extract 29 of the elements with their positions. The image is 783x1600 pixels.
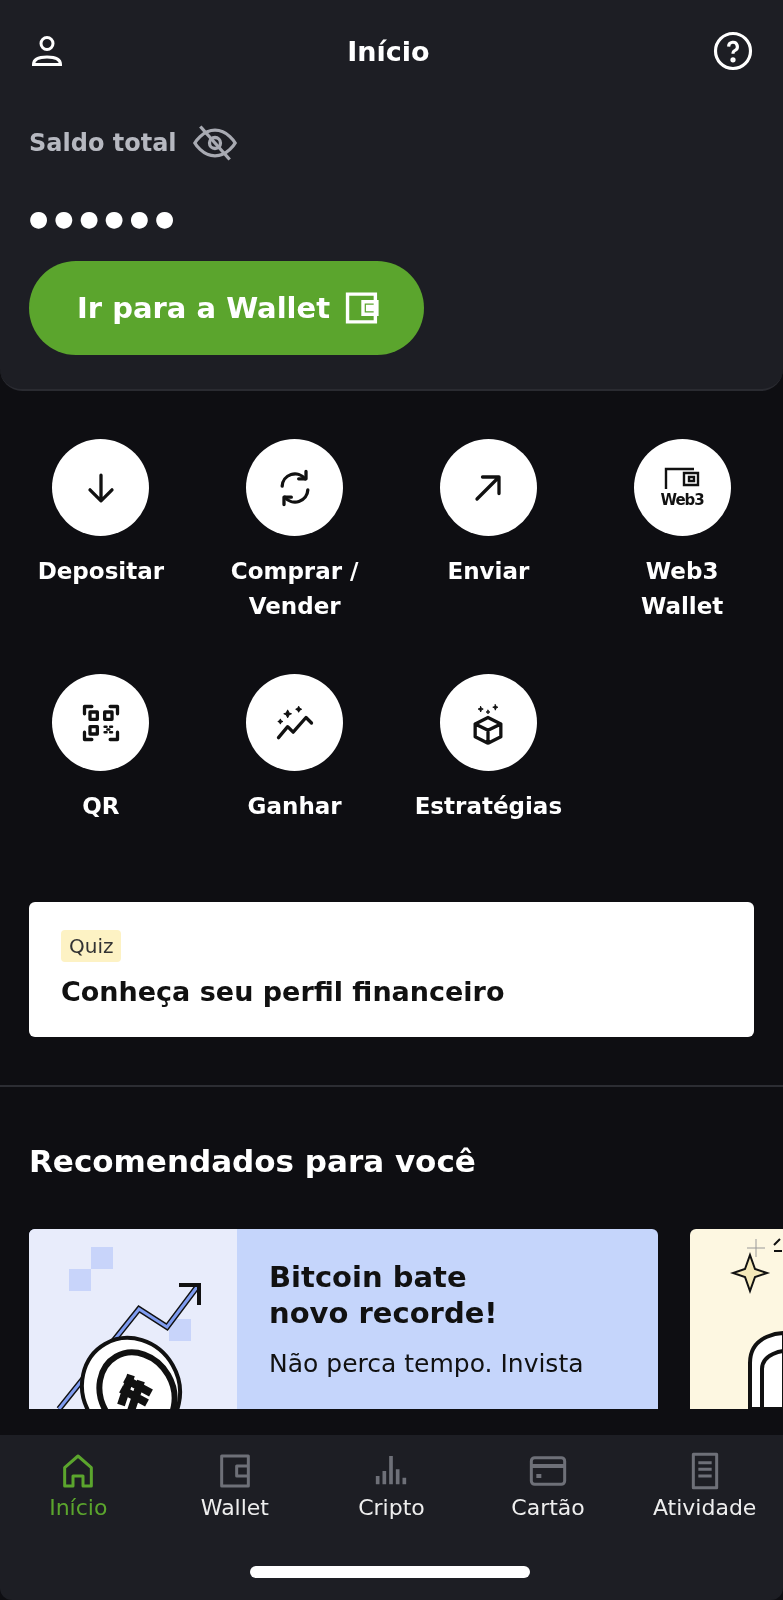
nav-tab[interactable]: Atividade: [629, 1451, 780, 1600]
decor-square: [91, 1247, 113, 1269]
balance-label: Saldo total: [29, 129, 177, 157]
decor-square: [169, 1319, 191, 1341]
action-label[interactable]: Web3 Wallet: [607, 554, 758, 624]
promo-text: Não perca tempo. Invista: [269, 1349, 584, 1378]
quiz-title: Conheça seu perfil financeiro: [61, 976, 506, 1007]
section-title: Recomendados para você: [28, 1142, 477, 1179]
nav-tab[interactable]: Início: [3, 1451, 154, 1600]
nav-tab[interactable]: Cartão: [473, 1451, 624, 1600]
profile-icon[interactable]: [29, 33, 65, 69]
action-label[interactable]: Estratégias: [414, 789, 563, 824]
promo-title: Bitcoin bate novo recorde!: [269, 1259, 499, 1331]
action-label[interactable]: Depositar: [37, 554, 165, 589]
eye-off-icon[interactable]: [192, 124, 237, 162]
nav-tab[interactable]: Cripto: [316, 1451, 467, 1600]
help-icon[interactable]: [712, 30, 754, 72]
promo-card[interactable]: Bitcoin bate novo recorde! Não perca tempo. Invista: [29, 1229, 658, 1409]
action-label[interactable]: Comprar / Vender: [219, 554, 370, 624]
action-label[interactable]: Enviar: [447, 554, 530, 589]
action-label[interactable]: QR: [82, 789, 120, 824]
quiz-card[interactable]: Quiz Conheça seu perfil financeiro: [29, 902, 754, 1037]
action-button[interactable]: Web3: [633, 439, 731, 536]
screen-title: Início: [347, 35, 430, 67]
decor-square: [69, 1269, 91, 1291]
nav-tab[interactable]: Wallet: [159, 1451, 310, 1600]
action-label[interactable]: Ganhar: [247, 789, 342, 824]
hidden-balance: ●●●●●●: [29, 206, 182, 231]
quiz-tag: Quiz: [61, 930, 122, 962]
